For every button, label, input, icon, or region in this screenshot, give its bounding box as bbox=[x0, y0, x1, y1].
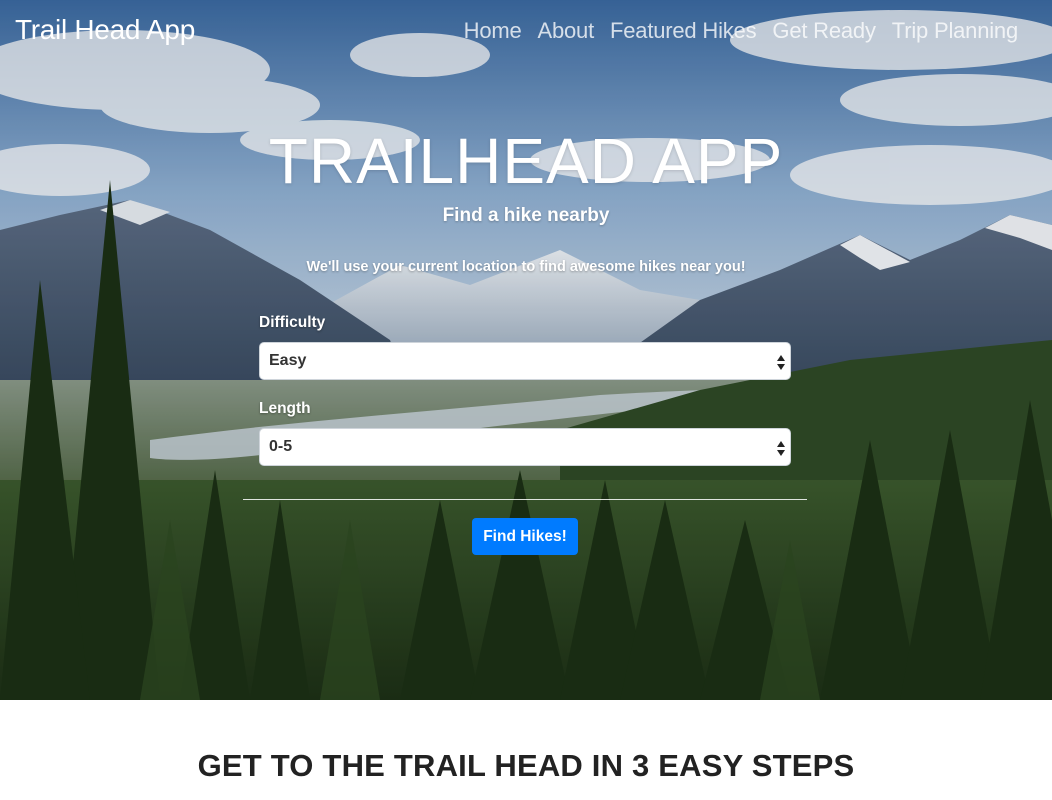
nav-link-about[interactable]: About bbox=[530, 18, 603, 44]
nav-link-get-ready[interactable]: Get Ready bbox=[764, 18, 883, 44]
location-note: We'll use your current location to find … bbox=[306, 259, 746, 275]
difficulty-select[interactable]: Easy bbox=[259, 342, 791, 380]
difficulty-label: Difficulty bbox=[259, 314, 326, 331]
difficulty-selected-value: Easy bbox=[269, 352, 307, 369]
length-label: Length bbox=[259, 400, 311, 417]
find-hikes-button[interactable]: Find Hikes! bbox=[472, 518, 578, 555]
brand-logo-link[interactable]: Trail Head App bbox=[15, 14, 195, 46]
nav-link-trip-planning[interactable]: Trip Planning bbox=[884, 18, 1026, 44]
nav-link-home[interactable]: Home bbox=[456, 18, 530, 44]
hike-search-form: Difficulty Easy Length 0-5 bbox=[259, 314, 791, 486]
form-divider bbox=[243, 499, 807, 500]
select-arrows-icon bbox=[777, 439, 786, 457]
hero-title: TRAILHEAD APP bbox=[268, 125, 784, 197]
nav-link-featured-hikes[interactable]: Featured Hikes bbox=[602, 18, 764, 44]
length-selected-value: 0-5 bbox=[269, 438, 293, 455]
nav-links: Home About Featured Hikes Get Ready Trip… bbox=[456, 18, 1026, 44]
steps-heading: GET TO THE TRAIL HEAD IN 3 EASY STEPS bbox=[197, 748, 855, 783]
navbar: Trail Head App Home About Featured Hikes… bbox=[0, 0, 1052, 64]
select-arrows-icon bbox=[777, 353, 786, 371]
hero-subtitle: Find a hike nearby bbox=[442, 205, 610, 226]
hero-section: Trail Head App Home About Featured Hikes… bbox=[0, 0, 1052, 700]
length-select[interactable]: 0-5 bbox=[259, 428, 791, 466]
